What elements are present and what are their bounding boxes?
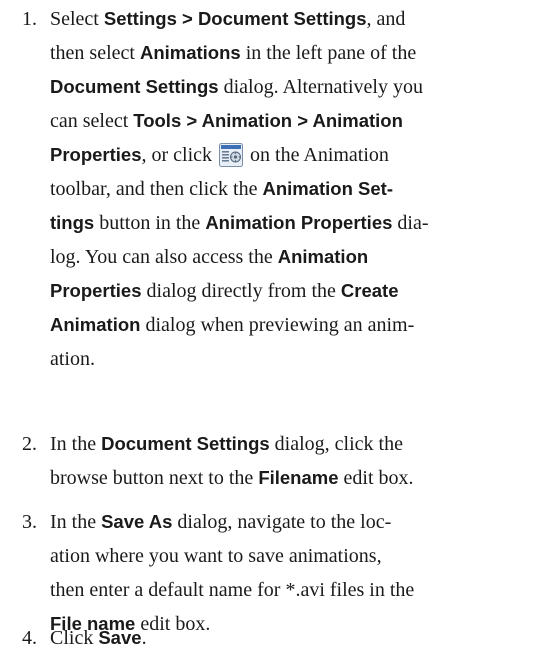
text-run: browse button next to the [50, 467, 259, 489]
step-4: 4. Click Save. [0, 621, 530, 655]
step-text: In the Document Settings dialog, click t… [50, 427, 530, 495]
text-line: browse button next to the Filename edit … [50, 461, 530, 495]
ui-reference: Settings > Document Settings [103, 8, 367, 29]
text-run: log. You can also access the [50, 246, 278, 268]
ui-reference: Animations [139, 42, 241, 63]
text-line: ation where you want to save animations, [50, 539, 530, 573]
text-line: Select Settings > Document Settings, and [50, 2, 530, 36]
text-run: , or click [141, 144, 218, 166]
text-line: can select Tools > Animation > Animation [50, 104, 530, 138]
text-run: then enter a default name for *.avi file… [50, 579, 415, 601]
step-text: Select Settings > Document Settings, and… [50, 2, 530, 376]
ui-reference: tings [50, 212, 95, 233]
text-run: dialog, click the [269, 433, 403, 455]
instruction-page: 1. Select Settings > Document Settings, … [0, 0, 553, 666]
ui-reference: Animation [277, 246, 369, 267]
ui-reference: Save [98, 627, 142, 648]
step-number: 4. [22, 627, 37, 649]
text-run: ation. [50, 348, 95, 370]
text-run: then select [50, 42, 140, 64]
text-line: then select Animations in the left pane … [50, 36, 530, 70]
text-line: Properties, or click on the Animation [50, 138, 530, 172]
text-run: in the left pane of the [240, 42, 417, 64]
ui-reference: Animation Properties [205, 212, 393, 233]
ui-reference: Save As [101, 511, 173, 532]
text-run: edit box. [338, 467, 414, 489]
ui-reference: Document Settings [101, 433, 270, 454]
text-line: In the Save As dialog, navigate to the l… [50, 505, 530, 539]
ui-reference: Properties [50, 144, 142, 165]
text-run: on the Animation [245, 144, 389, 166]
text-run: In the [50, 511, 102, 533]
text-line: In the Document Settings dialog, click t… [50, 427, 530, 461]
text-run: toolbar, and then click the [50, 178, 263, 200]
text-run: . [141, 627, 147, 649]
ui-reference: Document Settings [50, 76, 219, 97]
text-run: can select [50, 110, 134, 132]
step-text: Click Save. [50, 621, 530, 655]
text-run: dialog. Alternatively you [218, 76, 423, 98]
text-run: Select [50, 8, 104, 30]
ui-reference: Tools > Animation > Animation [133, 110, 403, 131]
text-line: Animation dialog when previewing an anim… [50, 308, 530, 342]
text-line: ation. [50, 342, 530, 376]
text-run: Click [50, 627, 99, 649]
ui-reference: Filename [258, 467, 339, 488]
ui-reference: Properties [50, 280, 142, 301]
text-line: log. You can also access the Animation [50, 240, 530, 274]
step-number: 3. [22, 511, 37, 533]
text-run: dialog when previewing an anim- [140, 314, 415, 336]
text-run: , and [366, 8, 406, 30]
text-run: ation where you want to save animations, [50, 545, 382, 567]
step-2: 2. In the Document Settings dialog, clic… [0, 427, 530, 495]
text-run: dia- [392, 212, 429, 234]
ui-reference: Create [340, 280, 399, 301]
step-number: 1. [22, 8, 37, 30]
ui-reference: Animation [50, 314, 141, 335]
text-run: dialog, navigate to the loc- [172, 511, 392, 533]
text-run: dialog directly from the [141, 280, 341, 302]
animation-properties-icon[interactable] [219, 143, 244, 167]
text-run: In the [50, 433, 102, 455]
text-line: toolbar, and then click the Animation Se… [50, 172, 530, 206]
ui-reference: Animation Set- [262, 178, 393, 199]
step-number: 2. [22, 433, 37, 455]
text-line: then enter a default name for *.avi file… [50, 573, 530, 607]
text-run: button in the [94, 212, 206, 234]
text-line: Properties dialog directly from the Crea… [50, 274, 530, 308]
text-line: tings button in the Animation Properties… [50, 206, 530, 240]
step-1: 1. Select Settings > Document Settings, … [0, 2, 530, 376]
text-line: Document Settings dialog. Alternatively … [50, 70, 530, 104]
text-line: Click Save. [50, 621, 530, 655]
